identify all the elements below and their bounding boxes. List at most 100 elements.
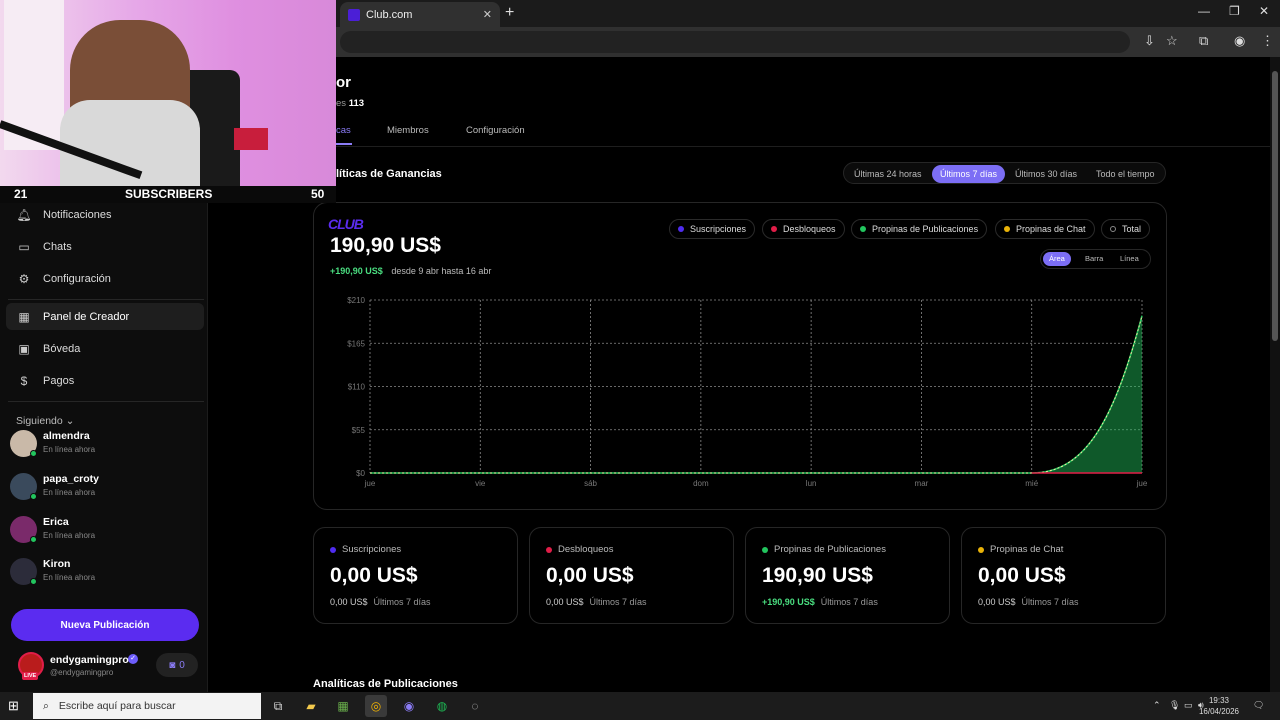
bookmark-star-icon[interactable]: ☆ <box>1166 33 1178 49</box>
legend-propinas-publicaciones[interactable]: Propinas de Publicaciones <box>851 219 988 239</box>
friend-name: papa_croty <box>43 473 100 485</box>
stat-sub-label: Últimos 7 días <box>820 597 878 607</box>
obs-icon[interactable]: ◌ <box>464 695 486 717</box>
sidebar-item-configuracion[interactable]: ⚙ Configuración <box>6 265 204 292</box>
range-24h-button[interactable]: Últimas 24 horas <box>846 165 930 183</box>
microphone-icon[interactable]: 🎙︎ <box>1169 700 1180 711</box>
store-icon[interactable]: ▦ <box>332 695 354 717</box>
network-icon[interactable]: ▭ <box>1184 700 1193 711</box>
legend-dot <box>771 226 777 232</box>
tab-analiticas[interactable]: cas <box>336 125 351 136</box>
profile-card[interactable]: LIVE endygamingpro ✓ @endygamingpro ◙ 0 <box>10 649 200 683</box>
new-post-button[interactable]: Nueva Publicación <box>11 609 199 641</box>
app-icon[interactable]: ◉ <box>398 695 420 717</box>
credits-count: 0 <box>179 659 185 671</box>
sidebar-item-panel-de-creador[interactable]: ▦ Panel de Creador <box>6 303 204 330</box>
friend-name: Kiron <box>43 558 71 570</box>
file-explorer-icon[interactable]: ▰ <box>300 695 322 717</box>
sidebar-item-label: Bóveda <box>43 342 81 355</box>
legend-label: Propinas de Publicaciones <box>872 224 979 234</box>
profile-name: endygamingpro <box>50 654 129 666</box>
following-item-almendra[interactable]: almendra En línea ahora <box>10 428 200 462</box>
range-30d-button[interactable]: Últimos 30 días <box>1007 165 1085 183</box>
sidebar-item-label: Notificaciones <box>43 208 112 221</box>
stat-label: Propinas de Publicaciones <box>774 544 886 555</box>
online-indicator <box>30 450 37 457</box>
delta-period: desde 9 abr hasta 16 abr <box>391 266 492 276</box>
page-scrollbar[interactable] <box>1270 57 1280 692</box>
legend-propinas-chat[interactable]: Propinas de Chat <box>995 219 1095 239</box>
extensions-icon[interactable]: ⧉ <box>1199 33 1208 49</box>
chevron-down-icon: ⌄ <box>65 415 75 427</box>
stat-sub-value: 0,00 US$ <box>330 597 368 607</box>
stat-sub: 0,00 US$ Últimos 7 días <box>546 597 647 607</box>
live-badge: LIVE <box>22 672 39 680</box>
following-item-erica[interactable]: Erica En línea ahora <box>10 514 200 548</box>
address-bar[interactable] <box>340 31 1130 53</box>
earnings-delta: +190,90 US$ desde 9 abr hasta 16 abr <box>330 266 491 276</box>
dashboard-icon: ▦ <box>18 309 30 324</box>
notifications-icon[interactable]: 🗨︎ <box>1253 700 1264 711</box>
online-indicator <box>30 578 37 585</box>
legend-desbloqueos[interactable]: Desbloqueos <box>762 219 845 239</box>
minimize-icon[interactable]: — <box>1198 4 1210 18</box>
x-tick-label: mar <box>915 479 929 488</box>
tab-miembros[interactable]: Miembros <box>387 125 429 136</box>
legend-dot <box>1004 226 1010 232</box>
club-logo: CLUB <box>328 216 364 232</box>
chart-area-button[interactable]: Área <box>1043 252 1071 266</box>
legend-total[interactable]: Total <box>1101 219 1151 239</box>
range-7d-button[interactable]: Últimos 7 días <box>932 165 1006 183</box>
browser-menu-icon[interactable]: ⋮ <box>1261 33 1274 49</box>
close-tab-icon[interactable]: ✕ <box>483 8 492 21</box>
tray-chevron-icon[interactable]: ⌃ <box>1153 700 1161 711</box>
windows-start-icon[interactable]: ⊞ <box>8 698 19 714</box>
legend-suscripciones[interactable]: Suscripciones <box>669 219 756 239</box>
x-tick-label: lun <box>806 479 817 488</box>
sidebar-item-pagos[interactable]: $ Pagos <box>6 367 204 394</box>
following-label: Siguiendo <box>16 415 63 427</box>
following-toggle[interactable]: Siguiendo ⌄ <box>16 415 74 427</box>
sidebar-item-chats[interactable]: ▭ Chats <box>6 233 204 260</box>
sidebar-item-boveda[interactable]: ▣ Bóveda <box>6 335 204 362</box>
stat-sub-value: +190,90 US$ <box>762 597 815 607</box>
range-all-button[interactable]: Todo el tiempo <box>1088 165 1163 183</box>
x-tick-label: vie <box>475 479 486 488</box>
chart-line-button[interactable]: Línea <box>1114 252 1145 266</box>
legend-label: Propinas de Chat <box>1016 224 1086 234</box>
restore-icon[interactable]: ❐ <box>1229 4 1240 18</box>
legend-label: Suscripciones <box>690 224 747 234</box>
close-window-icon[interactable]: ✕ <box>1259 4 1269 18</box>
task-view-icon[interactable]: ⧉ <box>267 695 289 717</box>
tab-bar: cas Miembros Configuración <box>313 122 1270 147</box>
friend-status: En línea ahora <box>43 488 96 497</box>
new-tab-icon[interactable]: + <box>505 4 514 22</box>
stat-dot <box>978 547 984 553</box>
legend-dot <box>860 226 866 232</box>
taskbar-search[interactable]: ⌕ Escribe aquí para buscar <box>33 693 261 719</box>
legend-dot <box>678 226 684 232</box>
spotify-icon[interactable]: ◍ <box>431 695 453 717</box>
stat-label: Suscripciones <box>342 544 402 555</box>
earnings-total: 190,90 US$ <box>330 234 441 257</box>
credits-chip[interactable]: ◙ 0 <box>156 653 198 677</box>
profile-icon[interactable]: ◉ <box>1234 33 1245 49</box>
scrollbar-thumb[interactable] <box>1272 71 1278 341</box>
page-subtitle: es 113 <box>336 98 364 109</box>
stat-card-propinas-chat: Propinas de Chat 0,00 US$ 0,00 US$ Último… <box>961 527 1166 624</box>
following-item-kiron[interactable]: Kiron En línea ahora <box>10 556 200 590</box>
taskbar-search-placeholder: Escribe aquí para buscar <box>58 700 176 712</box>
gear-icon: ⚙ <box>18 271 30 286</box>
sidebar-divider <box>8 299 204 300</box>
taskbar-clock[interactable]: 19:33 16/04/2026 <box>1196 695 1242 717</box>
following-item-papa-croty[interactable]: papa_croty En línea ahora <box>10 471 200 505</box>
install-app-icon[interactable]: ⇩ <box>1144 33 1155 49</box>
stat-value: 0,00 US$ <box>330 564 418 587</box>
browser-tab[interactable]: Club.com ✕ <box>340 2 500 27</box>
sidebar-item-notificaciones[interactable]: 🔔︎ Notificaciones <box>6 201 204 228</box>
chrome-icon[interactable]: ◎ <box>365 695 387 717</box>
tab-configuracion[interactable]: Configuración <box>466 125 525 136</box>
earnings-section-title: líticas de Ganancias <box>336 168 442 180</box>
stat-label: Desbloqueos <box>558 544 614 555</box>
chart-bar-button[interactable]: Barra <box>1079 252 1109 266</box>
